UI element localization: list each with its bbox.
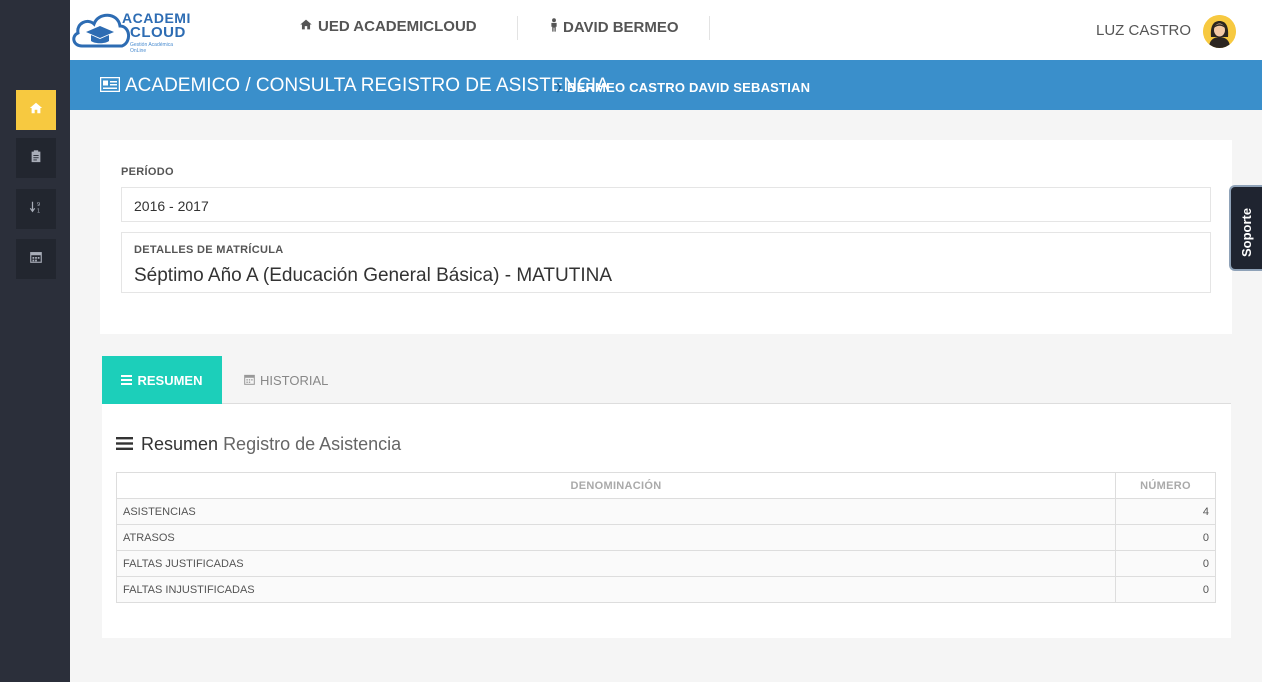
male-icon: [550, 18, 558, 36]
divider: [517, 16, 518, 40]
row-label: FALTAS INJUSTIFICADAS: [116, 576, 1116, 603]
enrollment-card: PERÍODO 2016 - 2017 DETALLES DE MATRÍCUL…: [100, 140, 1232, 334]
column-header-numero: NÚMERO: [1115, 472, 1216, 499]
table-row: FALTAS INJUSTIFICADAS 0: [116, 576, 1216, 603]
sidebar: 91: [0, 0, 70, 682]
periodo-field[interactable]: 2016 - 2017: [121, 187, 1211, 222]
sidebar-item-grades[interactable]: 91: [16, 189, 56, 229]
row-label: FALTAS JUSTIFICADAS: [116, 550, 1116, 577]
sidebar-item-academic[interactable]: [16, 138, 56, 178]
calendar-icon: [29, 250, 43, 269]
row-label: ATRASOS: [116, 524, 1116, 551]
sidebar-header: [0, 0, 70, 60]
table-row: ATRASOS 0: [116, 524, 1216, 551]
row-value: 4: [1115, 498, 1216, 525]
row-value: 0: [1115, 550, 1216, 577]
section-title-light: Registro de Asistencia: [223, 434, 402, 454]
breadcrumb: ACADEMICO / CONSULTA REGISTRO DE ASISTEN…: [70, 60, 1262, 110]
table-row: ASISTENCIAS 4: [116, 498, 1216, 525]
matricula-label: DETALLES DE MATRÍCULA: [134, 244, 284, 256]
support-tab[interactable]: Soporte: [1229, 185, 1262, 271]
column-header-denominacion: DENOMINACIÓN: [116, 472, 1116, 499]
row-value: 0: [1115, 524, 1216, 551]
user-name[interactable]: LUZ CASTRO: [1096, 22, 1191, 39]
user-avatar-icon: [1203, 15, 1236, 48]
institution-link[interactable]: UED ACADEMICLOUD: [299, 18, 477, 35]
student-full-name: BERMEO CASTRO DAVID SEBASTIAN: [567, 80, 811, 95]
sort-numeric-icon: 91: [29, 200, 43, 219]
tab-historial-label: HISTORIAL: [260, 372, 329, 388]
tab-bar: RESUMEN HISTORIAL: [102, 356, 1231, 404]
top-navbar: ACADEMI CLOUD Gestión Académica OnLine U…: [70, 0, 1262, 60]
list-icon: [116, 434, 133, 455]
attendance-table: DENOMINACIÓN NÚMERO ASISTENCIAS 4 ATRASO…: [116, 472, 1216, 603]
row-value: 0: [1115, 576, 1216, 603]
home-icon: [299, 18, 313, 35]
logo-text-bottom: CLOUD: [130, 24, 186, 41]
divider: [709, 16, 710, 40]
logo[interactable]: ACADEMI CLOUD Gestión Académica OnLine: [70, 6, 190, 54]
student-link[interactable]: DAVID BERMEO: [550, 18, 679, 36]
chevron-right-icon: ❯: [555, 82, 563, 92]
section-title-bold: Resumen: [141, 434, 219, 454]
matricula-value: Séptimo Año A (Educación General Básica)…: [134, 265, 613, 286]
avatar[interactable]: [1203, 15, 1236, 48]
svg-text:1: 1: [37, 208, 40, 214]
periodo-value: 2016 - 2017: [134, 198, 209, 214]
list-icon: [121, 373, 133, 388]
page-title: ACADEMICO / CONSULTA REGISTRO DE ASISTEN…: [125, 75, 609, 96]
support-label: Soporte: [1239, 207, 1254, 257]
calendar-icon: [244, 373, 255, 388]
sidebar-item-home[interactable]: [16, 90, 56, 130]
institution-name: UED ACADEMICLOUD: [318, 18, 477, 35]
tab-resumen[interactable]: RESUMEN: [102, 356, 222, 404]
logo-subtitle: Gestión Académica OnLine: [130, 42, 174, 54]
table-row: FALTAS JUSTIFICADAS 0: [116, 550, 1216, 577]
matricula-box: DETALLES DE MATRÍCULA Séptimo Año A (Edu…: [121, 232, 1211, 293]
periodo-label: PERÍODO: [121, 166, 174, 178]
tab-resumen-label: RESUMEN: [137, 372, 203, 388]
tab-historial[interactable]: HISTORIAL: [244, 356, 328, 404]
attendance-card: RESUMEN HISTORIAL Resumen Registro de As…: [102, 356, 1231, 638]
clipboard-icon: [29, 149, 43, 168]
home-icon: [29, 101, 43, 120]
section-title: Resumen Registro de Asistencia: [116, 434, 401, 455]
id-card-icon: [99, 76, 121, 97]
student-name: DAVID BERMEO: [563, 18, 679, 36]
sidebar-item-calendar[interactable]: [16, 239, 56, 279]
row-label: ASISTENCIAS: [116, 498, 1116, 525]
table-header-row: DENOMINACIÓN NÚMERO: [116, 472, 1216, 499]
svg-text:9: 9: [37, 202, 40, 208]
